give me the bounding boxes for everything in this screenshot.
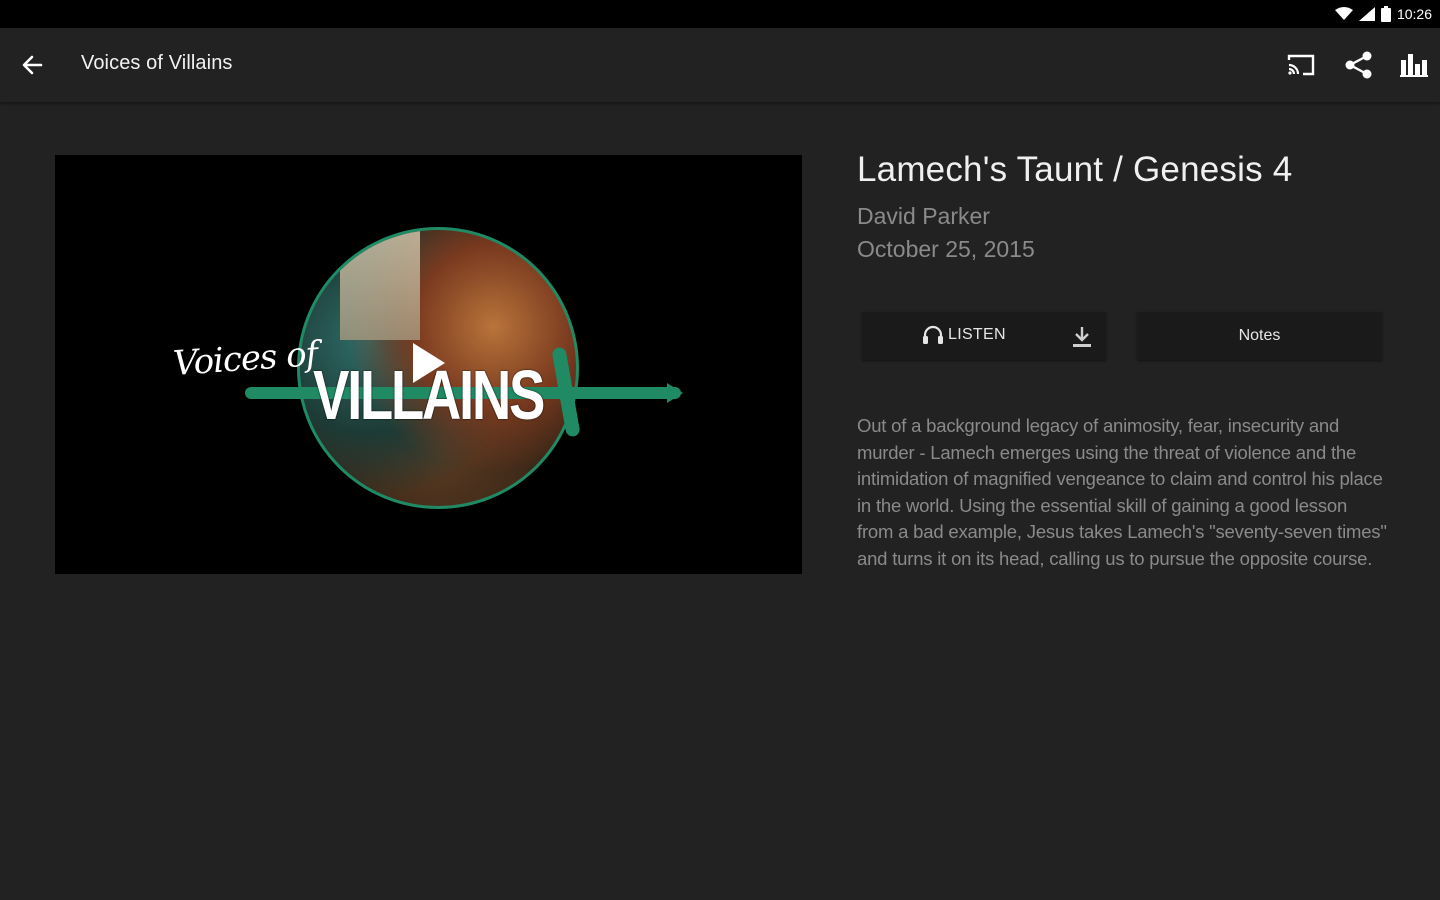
signal-icon bbox=[1358, 7, 1375, 21]
battery-icon bbox=[1380, 6, 1391, 22]
app-title: Voices of Villains bbox=[81, 52, 233, 74]
arrow-left-icon bbox=[22, 55, 43, 75]
status-time: 10:26 bbox=[1396, 6, 1432, 22]
episode-description: Out of a background legacy of animosity,… bbox=[857, 415, 1387, 569]
bar-chart-icon bbox=[1400, 54, 1428, 77]
share-icon bbox=[1345, 51, 1372, 79]
stats-button[interactable] bbox=[1396, 48, 1432, 82]
wifi-icon bbox=[1334, 7, 1353, 20]
listen-content: LISTEN bbox=[922, 325, 1006, 345]
listen-label: LISTEN bbox=[948, 326, 1006, 343]
episode-author: David Parker bbox=[857, 203, 990, 229]
download-button[interactable] bbox=[1068, 323, 1096, 351]
play-button[interactable] bbox=[391, 333, 467, 393]
share-button[interactable] bbox=[1341, 48, 1377, 82]
play-icon bbox=[413, 343, 445, 383]
video-player[interactable]: Voices of VILLAINS bbox=[55, 155, 802, 574]
status-bar: 10:26 bbox=[0, 0, 1440, 28]
episode-date: October 25, 2015 bbox=[857, 236, 1035, 262]
cast-button[interactable] bbox=[1283, 48, 1319, 82]
back-button[interactable] bbox=[14, 50, 50, 80]
cast-icon bbox=[1287, 54, 1315, 76]
notes-button[interactable]: Notes bbox=[1137, 312, 1382, 360]
app-bar: Voices of Villains bbox=[0, 28, 1440, 102]
sword-tip-graphic bbox=[667, 383, 683, 403]
artwork-background bbox=[340, 230, 420, 340]
episode-title: Lamech's Taunt / Genesis 4 bbox=[857, 150, 1293, 189]
download-icon bbox=[1073, 327, 1091, 347]
headphones-icon bbox=[923, 325, 943, 344]
